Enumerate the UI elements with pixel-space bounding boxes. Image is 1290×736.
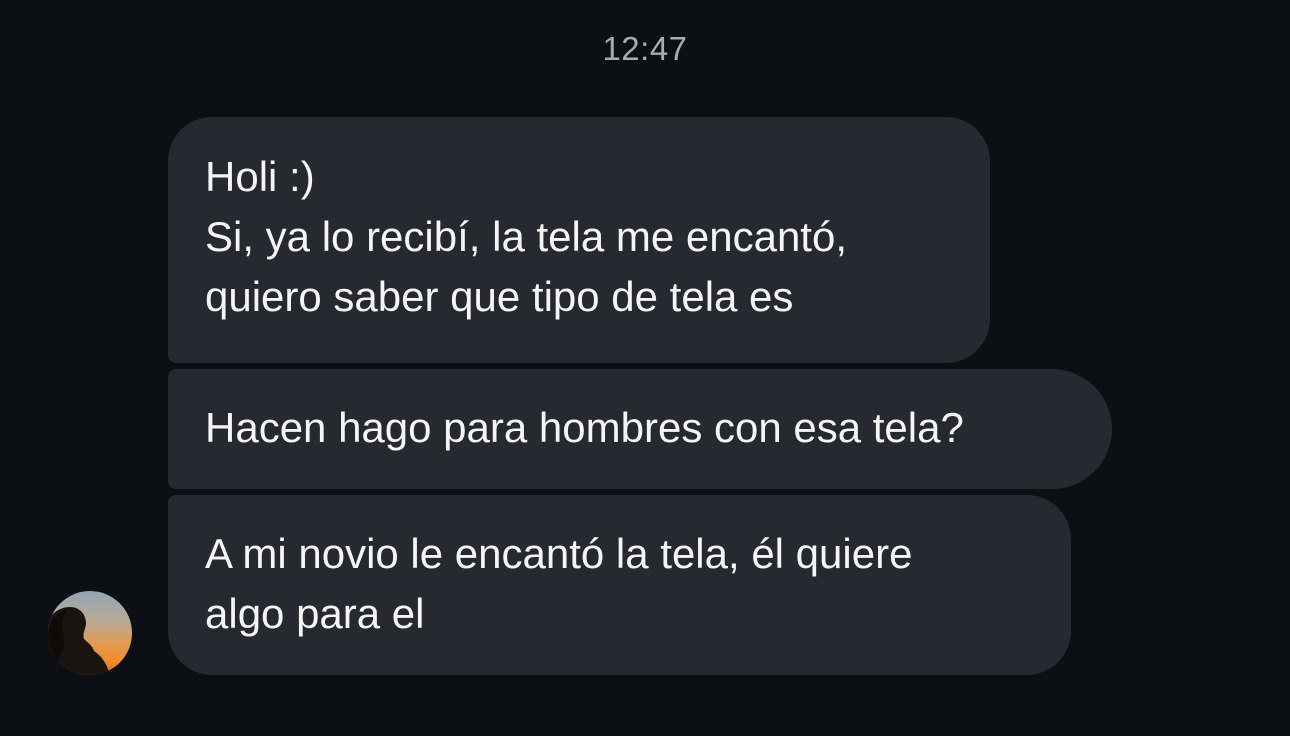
message-bubble-2[interactable]: Hacen hago para hombres con esa tela?	[168, 369, 1112, 489]
message-bubble-3[interactable]: A mi novio le encantó la tela, él quiere…	[168, 495, 1071, 675]
message-bubble-1[interactable]: Holi :) Si, ya lo recibí, la tela me enc…	[168, 117, 990, 363]
message-timestamp: 12:47	[602, 30, 688, 67]
profile-photo-icon	[48, 591, 132, 675]
sender-avatar[interactable]	[48, 591, 132, 675]
